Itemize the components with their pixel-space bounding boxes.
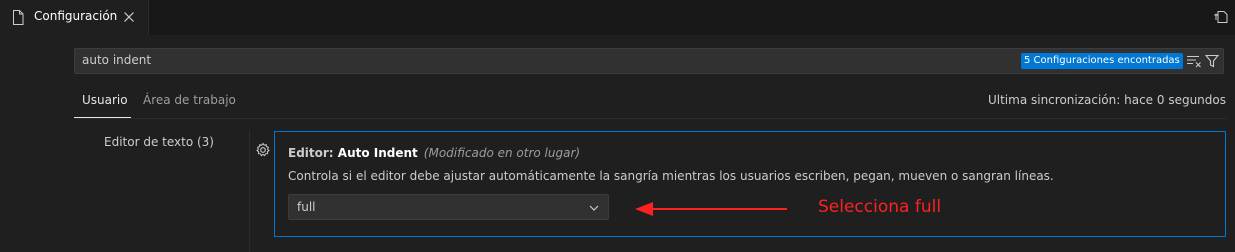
tab-bar: Configuración xyxy=(0,0,1235,35)
search-input-value[interactable]: auto indent xyxy=(82,53,151,67)
tab-user[interactable]: Usuario xyxy=(82,93,128,107)
tab-settings[interactable]: Configuración xyxy=(0,0,149,35)
toc-item-text-editor[interactable]: Editor de texto (3) xyxy=(104,135,214,149)
setting-description: Controla si el editor debe ajustar autom… xyxy=(288,169,1054,183)
annotation-arrow xyxy=(635,202,787,216)
filter-icon[interactable] xyxy=(1205,54,1219,68)
results-count-badge: 5 Configuraciones encontradas xyxy=(1021,53,1183,69)
toc-divider xyxy=(249,130,250,252)
gear-icon[interactable] xyxy=(255,142,271,158)
setting-item-auto-indent: Editor: Auto Indent (Modificado en otro l… xyxy=(274,131,1226,237)
chevron-down-icon xyxy=(589,205,599,211)
search-input[interactable]: auto indent 5 Configuraciones encontrada… xyxy=(74,48,1224,74)
select-value: full xyxy=(297,200,316,214)
auto-indent-select[interactable]: full xyxy=(288,194,609,220)
file-icon xyxy=(13,10,24,25)
setting-name: Auto Indent xyxy=(337,146,418,160)
sync-status: Ultima sincronización: hace 0 segundos xyxy=(987,93,1226,107)
scope-divider xyxy=(74,118,1226,119)
setting-title: Editor: Auto Indent (Modificado en otro l… xyxy=(288,146,580,160)
close-icon[interactable] xyxy=(123,11,135,23)
annotation-label: Selecciona full xyxy=(818,197,942,217)
clear-filter-icon[interactable] xyxy=(1186,54,1202,68)
tab-workspace[interactable]: Área de trabajo xyxy=(143,93,236,107)
open-settings-json-icon[interactable] xyxy=(1214,9,1230,25)
tab-title: Configuración xyxy=(34,9,118,23)
modified-elsewhere-note[interactable]: (Modificado en otro lugar) xyxy=(424,146,580,160)
setting-category: Editor: xyxy=(288,146,338,160)
